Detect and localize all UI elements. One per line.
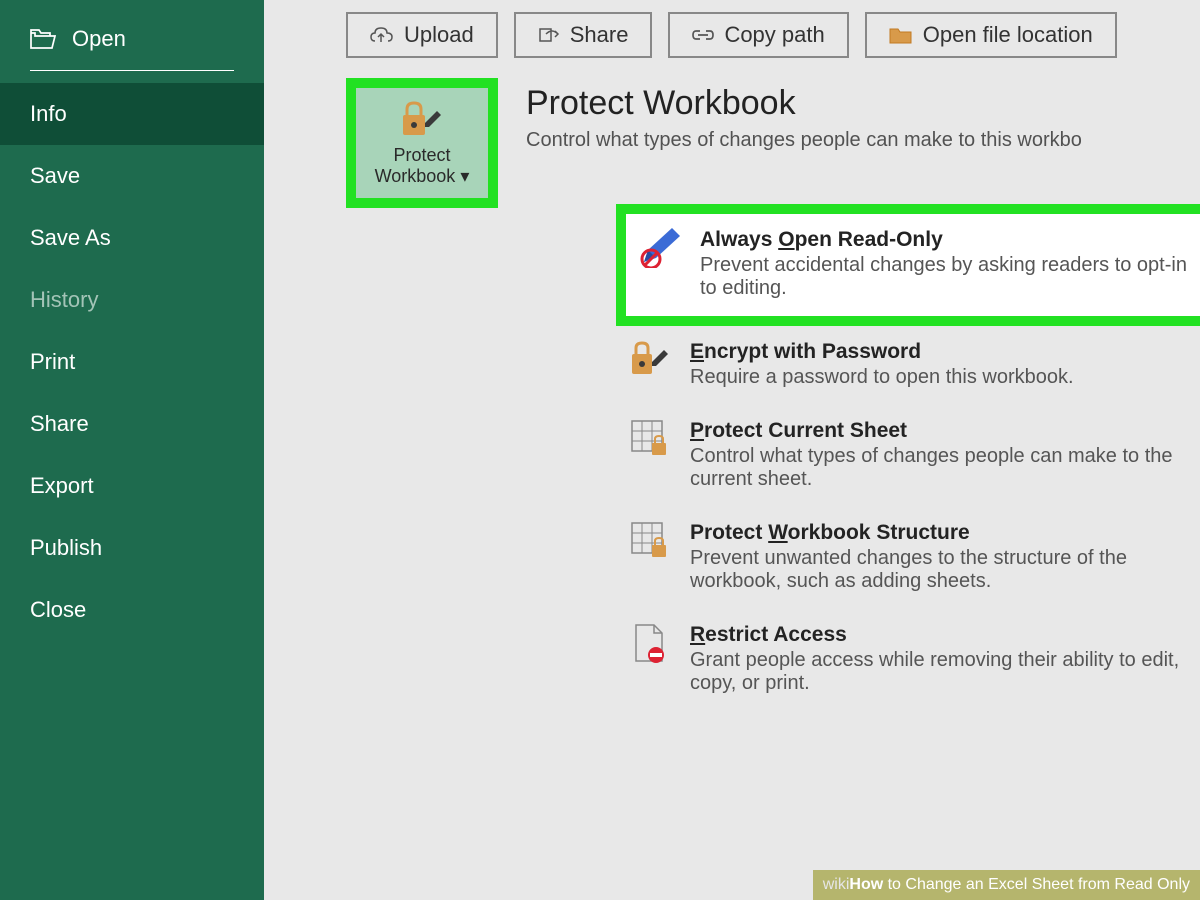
sidebar-label: Save As <box>30 225 111 251</box>
lock-key-icon <box>628 340 672 389</box>
button-label: Upload <box>404 22 474 48</box>
menu-item-desc: Prevent unwanted changes to the structur… <box>690 547 1200 593</box>
document-restrict-icon <box>628 623 672 695</box>
share-icon <box>538 26 560 44</box>
lock-key-icon <box>399 99 445 139</box>
menu-item-desc: Require a password to open this workbook… <box>690 366 1200 389</box>
menu-item-title: Protect Current Sheet <box>690 419 1200 443</box>
share-button[interactable]: Share <box>514 12 653 58</box>
menu-item-title: Protect Workbook Structure <box>690 521 1200 545</box>
protect-button-label: Protect Workbook ▾ <box>375 145 470 187</box>
menu-item-title: Encrypt with Password <box>690 340 1200 364</box>
sidebar-label: History <box>30 287 98 313</box>
sidebar-divider <box>30 70 234 71</box>
sheet-lock-icon <box>628 419 672 491</box>
sidebar-item-save[interactable]: Save <box>0 145 264 207</box>
sidebar-item-print[interactable]: Print <box>0 331 264 393</box>
sidebar-item-history[interactable]: History <box>0 269 264 331</box>
menu-item-protect-current-sheet[interactable]: Protect Current Sheet Control what types… <box>616 405 1200 507</box>
watermark-footer: wikiHow to Change an Excel Sheet from Re… <box>813 870 1200 900</box>
open-file-location-button[interactable]: Open file location <box>865 12 1117 58</box>
menu-item-title: Restrict Access <box>690 623 1200 647</box>
chevron-down-icon: ▾ <box>460 166 469 186</box>
cloud-upload-icon <box>370 26 394 44</box>
folder-icon <box>889 26 913 44</box>
sidebar-item-open[interactable]: Open <box>0 8 264 70</box>
sheet-lock-icon <box>628 521 672 593</box>
sidebar-item-close[interactable]: Close <box>0 579 264 641</box>
link-icon <box>692 29 714 41</box>
sidebar-item-export[interactable]: Export <box>0 455 264 517</box>
sidebar-label: Publish <box>30 535 102 561</box>
menu-item-restrict-access[interactable]: Restrict Access Grant people access whil… <box>616 609 1200 711</box>
backstage-sidebar: Open Info Save Save As History Print Sha… <box>0 0 264 900</box>
menu-item-desc: Grant people access while removing their… <box>690 649 1200 695</box>
menu-item-encrypt-with-password[interactable]: Encrypt with Password Require a password… <box>616 326 1200 405</box>
copy-path-button[interactable]: Copy path <box>668 12 848 58</box>
sidebar-item-share[interactable]: Share <box>0 393 264 455</box>
protect-workbook-button[interactable]: Protect Workbook ▾ <box>346 78 498 208</box>
menu-item-desc: Prevent accidental changes by asking rea… <box>700 254 1200 300</box>
upload-button[interactable]: Upload <box>346 12 498 58</box>
sidebar-item-save-as[interactable]: Save As <box>0 207 264 269</box>
pencil-no-icon <box>638 228 682 300</box>
sidebar-label: Close <box>30 597 86 623</box>
section-subtitle: Control what types of changes people can… <box>498 129 1082 152</box>
sidebar-label: Export <box>30 473 94 499</box>
protect-workbook-menu: Always Open Read-Only Prevent accidental… <box>616 204 1200 711</box>
sidebar-label: Save <box>30 163 80 189</box>
folder-open-icon <box>30 29 56 49</box>
sidebar-item-info[interactable]: Info <box>0 83 264 145</box>
button-label: Open file location <box>923 22 1093 48</box>
sidebar-label: Open <box>72 26 126 52</box>
info-toolbar: Upload Share Copy path Open file locatio… <box>264 12 1200 78</box>
sidebar-label: Share <box>30 411 89 437</box>
button-label: Copy path <box>724 22 824 48</box>
main-panel: Upload Share Copy path Open file locatio… <box>264 0 1200 900</box>
menu-item-title: Always Open Read-Only <box>700 228 1200 252</box>
sidebar-label: Info <box>30 101 67 127</box>
button-label: Share <box>570 22 629 48</box>
sidebar-item-publish[interactable]: Publish <box>0 517 264 579</box>
menu-item-desc: Control what types of changes people can… <box>690 445 1200 491</box>
menu-item-protect-workbook-structure[interactable]: Protect Workbook Structure Prevent unwan… <box>616 507 1200 609</box>
section-title: Protect Workbook <box>498 78 1082 129</box>
menu-item-always-open-read-only[interactable]: Always Open Read-Only Prevent accidental… <box>616 204 1200 326</box>
sidebar-label: Print <box>30 349 75 375</box>
